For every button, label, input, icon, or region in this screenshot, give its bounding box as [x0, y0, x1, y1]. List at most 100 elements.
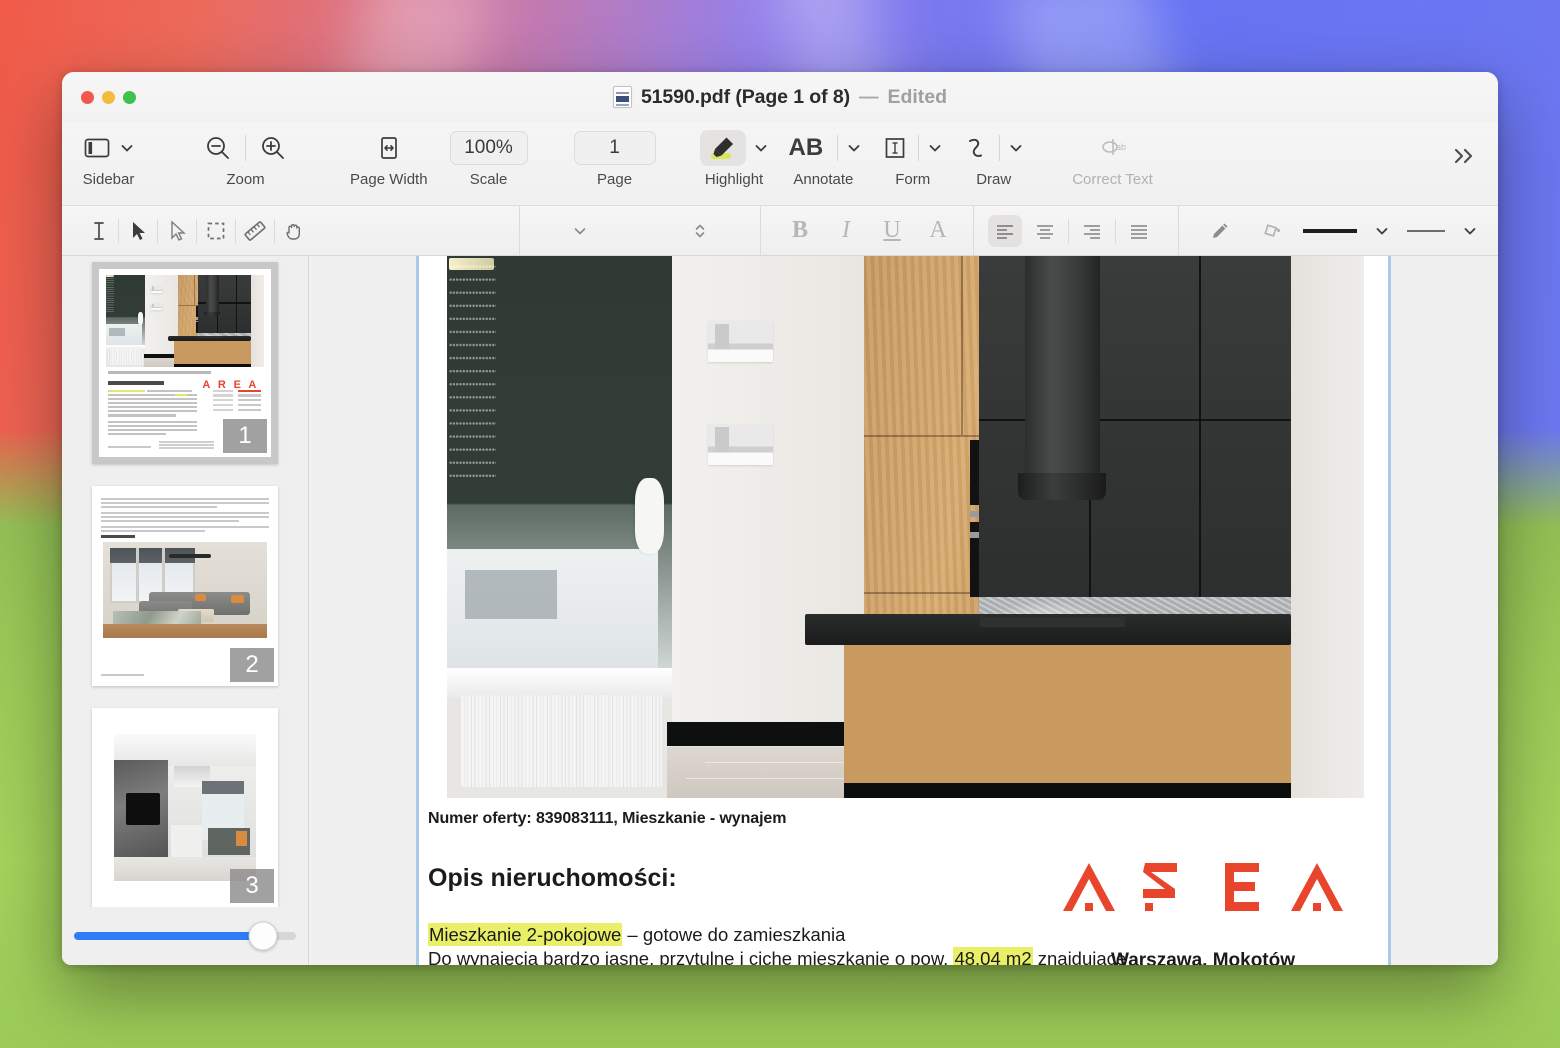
annotate-ab-icon[interactable]: AB: [785, 134, 828, 162]
logo-subtitle: Warszawa, Mokotów: [1110, 950, 1296, 965]
paragraph-1-rest: – gotowe do zamieszkania: [622, 924, 846, 945]
form-text-field-icon[interactable]: [882, 135, 908, 161]
toolbar-overflow-double-chevron-right-icon[interactable]: [1448, 142, 1480, 175]
underline-button[interactable]: U: [875, 215, 909, 247]
description-heading: Opis nieruchomości:: [428, 864, 677, 892]
window-title: 51590.pdf (Page 1 of 8): [640, 85, 850, 108]
form-chevron-down-icon[interactable]: [927, 140, 943, 156]
draw-label: Draw: [976, 171, 1012, 188]
thumbnail-page-number: 1: [223, 419, 267, 454]
measure-ruler-tool[interactable]: [238, 215, 272, 247]
correct-text-icon: ab: [1096, 135, 1130, 161]
area-letter-a2-icon: [1291, 863, 1343, 911]
description-paragraph-1: Mieszkanie 2-pokojowe – gotowe do zamies…: [428, 923, 846, 946]
slider-knob[interactable]: [248, 921, 278, 951]
description-paragraph-2: Do wynajęcia bardzo jasne, przytulne i c…: [428, 947, 1126, 965]
marquee-select-tool[interactable]: [199, 215, 233, 247]
draw-chevron-down-icon[interactable]: [1008, 140, 1024, 156]
toolbar-group-draw: Draw: [963, 122, 1024, 188]
line-style-chevron-down-icon[interactable]: [1453, 215, 1487, 247]
draw-squiggle-icon[interactable]: [963, 134, 989, 162]
thumbnail-page-1[interactable]: A R E A 1: [92, 262, 278, 465]
hero-kitchen-photo: [447, 256, 1364, 798]
area-letter-a-icon: [1063, 863, 1115, 911]
thumbnail-list[interactable]: A R E A 1 2 3: [62, 256, 308, 907]
sidebar-toggle-button[interactable]: [82, 136, 112, 160]
hand-tool[interactable]: [277, 215, 311, 247]
align-right-icon[interactable]: [1075, 215, 1109, 247]
zoom-in-icon[interactable]: [250, 133, 296, 163]
italic-button[interactable]: I: [829, 215, 863, 247]
page-width-label: Page Width: [350, 171, 428, 188]
zoom-out-icon[interactable]: [195, 133, 241, 163]
annotate-label: Annotate: [793, 171, 854, 188]
slider-track[interactable]: [74, 921, 296, 951]
annotation-arrow-tool[interactable]: [160, 215, 194, 247]
toolbar-group-annotate: AB Annotate: [785, 122, 863, 188]
close-button[interactable]: [81, 90, 94, 104]
stroke-color-pen-icon[interactable]: [1203, 215, 1237, 247]
line-style-thin-line-icon[interactable]: [1403, 215, 1449, 247]
line-weight-chevron-down-icon[interactable]: [1365, 215, 1399, 247]
area-letter-r-icon: [1143, 863, 1177, 911]
toolbar-group-zoom: Zoom: [195, 122, 296, 188]
align-justify-icon[interactable]: [1122, 215, 1156, 247]
thumbnail-size-slider[interactable]: [62, 907, 308, 965]
zoom-label: Zoom: [226, 171, 265, 188]
font-family-chevron-down-icon[interactable]: [563, 215, 597, 247]
align-left-icon[interactable]: [988, 214, 1022, 247]
select-arrow-tool[interactable]: [121, 215, 155, 247]
thumbnail-page-3[interactable]: 3: [92, 707, 278, 907]
bold-button[interactable]: B: [783, 215, 817, 247]
toolbar-group-form: Form: [882, 122, 943, 188]
window-body: A R E A 1 2 3 Numer oferty: 839083111, M…: [62, 256, 1498, 965]
minimize-button[interactable]: [102, 90, 115, 104]
highlight-label: Highlight: [704, 171, 764, 188]
highlight-color-chevron-down-icon[interactable]: [753, 140, 769, 156]
toolbar-group-page-width: Page Width: [350, 122, 428, 188]
thumbnail-page-2[interactable]: 2: [92, 486, 278, 686]
svg-text:ab: ab: [1116, 142, 1126, 152]
font-size-stepper-updown-icon[interactable]: [683, 215, 717, 247]
highlighted-phrase-1: Mieszkanie 2-pokojowe: [428, 923, 623, 946]
highlighter-icon[interactable]: [699, 130, 746, 166]
area-logo-mark: [1043, 856, 1363, 916]
thumbnail-page-number: 2: [230, 647, 274, 682]
text-color-button[interactable]: A: [921, 215, 955, 247]
toolbar-group-correct-text: ab Correct Text: [1072, 122, 1153, 188]
sidebar-label: Sidebar: [82, 171, 135, 188]
align-center-icon[interactable]: [1028, 215, 1062, 247]
format-toolbar: B I U A: [62, 205, 1498, 256]
window-controls: [81, 90, 136, 104]
toolbar-group-highlight: Highlight: [699, 122, 769, 188]
correct-text-label: Correct Text: [1072, 171, 1153, 188]
preview-app-window: 51590.pdf (Page 1 of 8) — Edited Sidebar: [62, 72, 1498, 965]
toolbar-group-page: 1 Page: [573, 122, 656, 188]
page-label: Page: [597, 171, 633, 188]
maximize-button[interactable]: [123, 90, 136, 104]
document-canvas[interactable]: Numer oferty: 839083111, Mieszkanie - wy…: [309, 256, 1498, 965]
fill-color-paint-bucket-icon[interactable]: [1255, 215, 1289, 247]
title-separator: —: [858, 85, 879, 108]
slider-fill: [74, 932, 263, 940]
sidebar-options-chevron-down-icon[interactable]: [119, 140, 135, 156]
scale-input[interactable]: 100%: [449, 131, 528, 165]
page-number-input[interactable]: 1: [573, 131, 656, 165]
thumbnail-sidebar: A R E A 1 2 3: [62, 256, 309, 965]
toolbar-group-scale: 100% Scale: [449, 122, 528, 188]
toolbar-group-sidebar: Sidebar: [82, 122, 135, 188]
window-titlebar: 51590.pdf (Page 1 of 8) — Edited: [62, 72, 1498, 122]
line-weight-thick-line-icon[interactable]: [1299, 215, 1361, 247]
edited-badge: Edited: [887, 85, 948, 108]
page-width-icon[interactable]: [376, 135, 402, 161]
annotate-chevron-down-icon[interactable]: [846, 140, 862, 156]
pdf-page-1[interactable]: Numer oferty: 839083111, Mieszkanie - wy…: [416, 256, 1391, 965]
main-toolbar: Sidebar Zoom Page Width 100% Scale 1 Pag…: [62, 122, 1498, 206]
offer-caption: Numer oferty: 839083111, Mieszkanie - wy…: [428, 810, 787, 827]
pdf-document-icon: [612, 86, 632, 108]
paragraph-2-a: Do wynajęcia bardzo jasne, przytulne i c…: [428, 948, 954, 965]
area-letter-e-icon: [1225, 863, 1259, 911]
highlighted-phrase-2: 48,04 m2: [953, 947, 1033, 965]
text-cursor-tool[interactable]: [82, 215, 116, 247]
thumbnail-page-number: 3: [230, 869, 274, 903]
